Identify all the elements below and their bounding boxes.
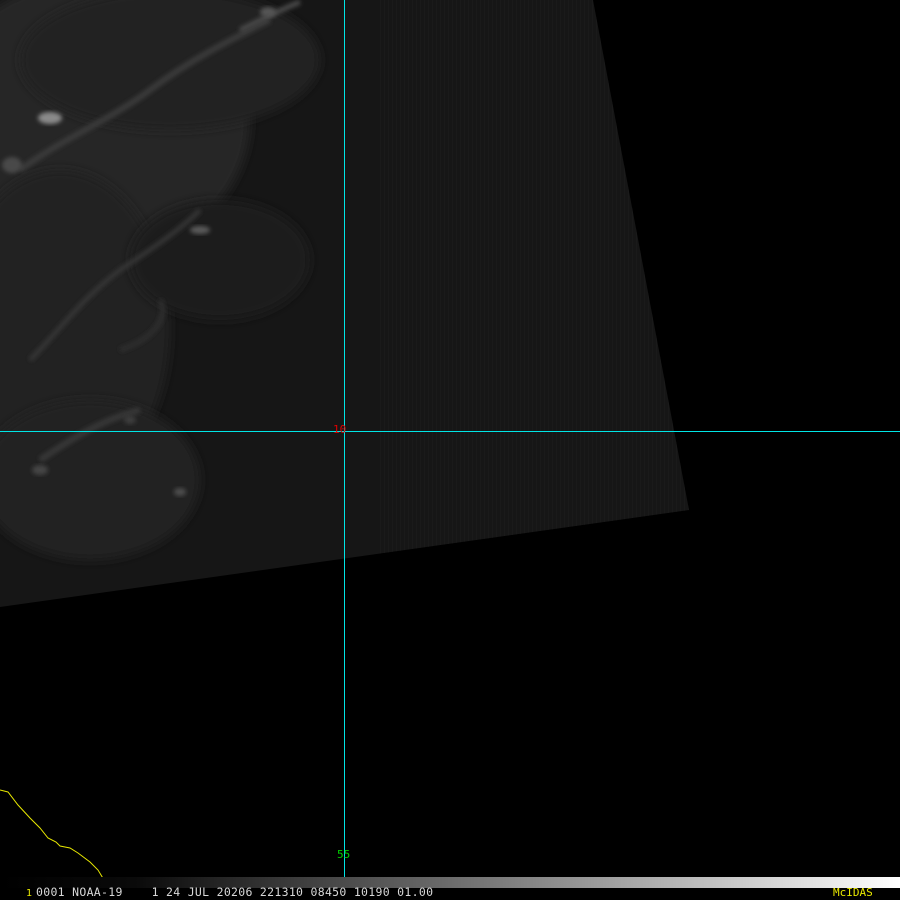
- status-bar: 1 0001 NOAA-19 1 24 JUL 20206 221310 084…: [0, 877, 900, 900]
- frame-number: 1: [26, 888, 33, 899]
- latitude-label: 10: [333, 423, 347, 436]
- longitude-label: 55: [337, 848, 351, 861]
- satellite-imagery-map: [0, 0, 900, 889]
- coastline: [0, 789, 107, 889]
- satellite-image-viewport[interactable]: 10 55 1 0001 NOAA-19 1 24 JUL 20206 2213…: [0, 0, 900, 900]
- image-info-text: 0001 NOAA-19 1 24 JUL 20206 221310 08450…: [36, 885, 434, 899]
- mcidas-brand-label: McIDAS: [833, 886, 873, 899]
